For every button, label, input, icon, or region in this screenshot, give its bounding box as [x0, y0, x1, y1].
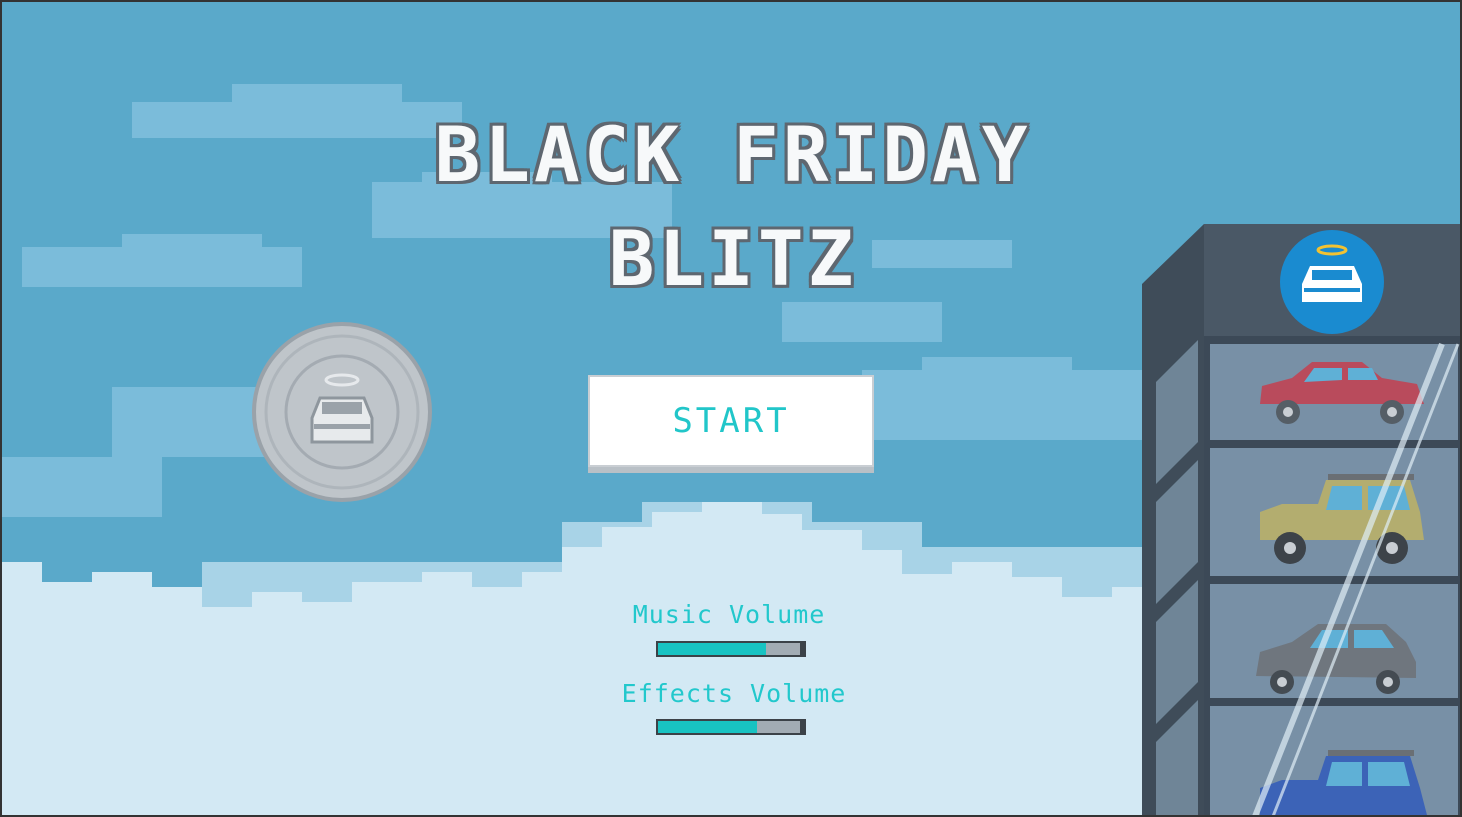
game-title-line-1: BLACK FRIDAY [434, 110, 1032, 199]
effects-volume-fill [658, 721, 758, 733]
start-button[interactable]: START [588, 375, 874, 467]
effects-volume-slider[interactable] [656, 719, 806, 735]
effects-volume-handle[interactable] [800, 721, 804, 733]
music-volume-slider[interactable] [656, 641, 806, 657]
car-vending-tower [1142, 224, 1460, 815]
game-screen: BLACK FRIDAY BLITZ START Music Volume Ef… [0, 0, 1462, 817]
car-coin-icon [252, 322, 432, 502]
music-volume-fill [658, 643, 767, 655]
music-volume-handle[interactable] [800, 643, 804, 655]
